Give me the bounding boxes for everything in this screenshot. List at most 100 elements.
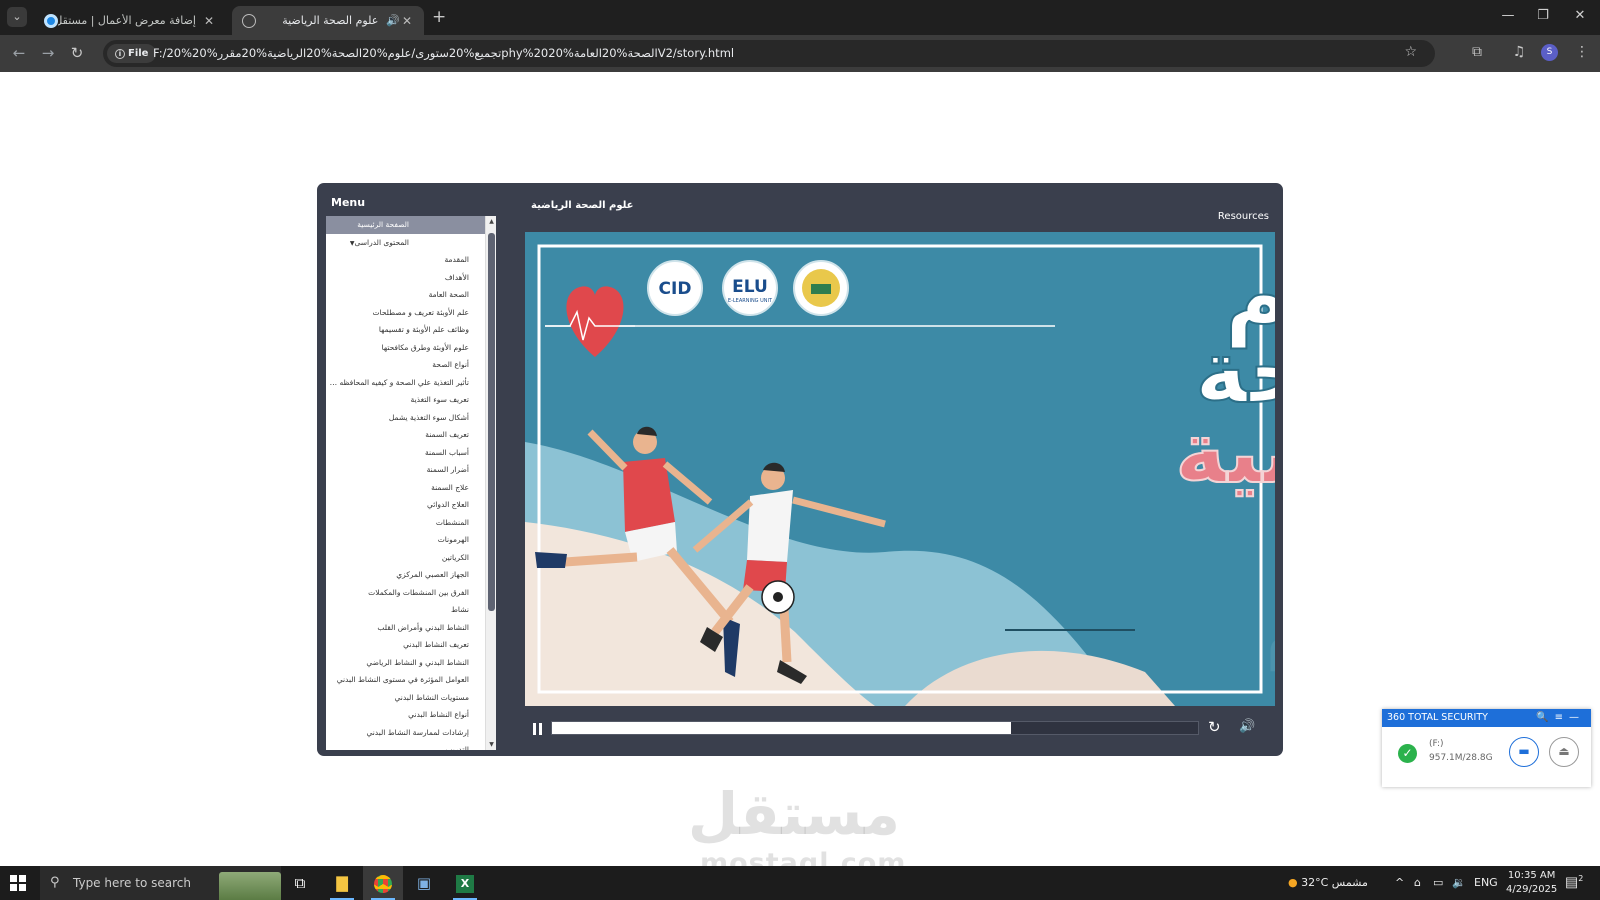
- close-window-icon[interactable]: ✕: [1565, 8, 1595, 23]
- drive-label: (F:): [1429, 739, 1444, 749]
- menu-item[interactable]: المنشطات: [326, 514, 489, 532]
- scrollbar-thumb[interactable]: [488, 233, 495, 611]
- menu-item[interactable]: الجهاز العصبي المركزي: [326, 566, 489, 584]
- menu-item[interactable]: الصحة العامة: [326, 286, 489, 304]
- slide-artwork: CID ELU E-LEARNING UNIT م ة ية: [525, 232, 1275, 706]
- tab-mostaql[interactable]: إضافة معرض الأعمال | مستقل ✕: [34, 6, 226, 35]
- search-highlight-image: [219, 872, 281, 900]
- profile-avatar[interactable]: S: [1541, 44, 1558, 61]
- pause-button[interactable]: [529, 720, 547, 738]
- tab-health-sciences[interactable]: علوم الصحة الرياضية 🔊 ✕: [232, 6, 424, 35]
- player-controls: ↻ 🔊: [525, 710, 1275, 750]
- menu-heading: Menu: [331, 196, 366, 209]
- volume-icon[interactable]: 🔊: [1239, 719, 1255, 734]
- menu-item[interactable]: النشاط البدني و النشاط الرياضي: [326, 654, 489, 672]
- clock-time: 10:35 AM: [1507, 870, 1556, 881]
- network-icon[interactable]: ▭: [1433, 876, 1443, 889]
- menu-item[interactable]: أشكال سوء التغذية يشمل: [326, 409, 489, 427]
- notifications-icon[interactable]: ▤2: [1565, 874, 1583, 891]
- close-tab-icon[interactable]: ✕: [202, 14, 216, 28]
- site-info-chip[interactable]: i File: [107, 44, 157, 63]
- back-arrow-icon[interactable]: ←: [9, 44, 29, 62]
- menu-item[interactable]: علوم الأوبئة وطرق مكافحتها: [326, 339, 489, 357]
- address-bar[interactable]: i File F:/20%تجميع%20ستورى/علوم%20الصحة%2…: [103, 40, 1435, 67]
- menu-scrollbar[interactable]: ▲ ▼: [485, 216, 496, 750]
- check-icon: ✓: [1398, 744, 1417, 763]
- task-view-icon[interactable]: ⧉: [280, 866, 320, 900]
- file-explorer-icon[interactable]: ▇: [322, 866, 362, 900]
- kebab-menu-icon[interactable]: ⋮: [1572, 44, 1592, 60]
- eject-icon: ⏏: [1558, 744, 1570, 758]
- close-tab-icon[interactable]: ✕: [400, 14, 414, 28]
- chrome-icon[interactable]: [363, 866, 403, 900]
- speaker-icon[interactable]: 🔊: [386, 14, 400, 27]
- camera-icon[interactable]: ⌂: [1414, 876, 1421, 889]
- menu-item[interactable]: المقدمة: [326, 251, 489, 269]
- bookmark-star-icon[interactable]: ☆: [1404, 44, 1417, 60]
- weather-condition: مشمس: [1331, 876, 1368, 889]
- resources-link[interactable]: Resources: [1218, 211, 1269, 222]
- open-folder-button[interactable]: ▬: [1509, 737, 1539, 767]
- notifications-count: 2: [1578, 874, 1584, 883]
- weather-widget[interactable]: ● 32°C مشمس: [1288, 876, 1368, 889]
- volume-icon[interactable]: 🔉: [1452, 876, 1466, 889]
- forward-arrow-icon[interactable]: →: [38, 44, 58, 62]
- menu-item[interactable]: أسباب السمنة: [326, 444, 489, 462]
- menu-icon[interactable]: ≡: [1555, 712, 1569, 723]
- remote-desktop-icon[interactable]: ▣: [404, 866, 444, 900]
- menu-item[interactable]: الهرمونات: [326, 531, 489, 549]
- menu-item[interactable]: إرشادات لممارسة النشاط البدني: [326, 724, 489, 742]
- search-icon: ⚲: [50, 875, 60, 890]
- url-text[interactable]: F:/20%تجميع%20ستورى/علوم%20الصحة%20الريا…: [153, 46, 734, 60]
- menu-item[interactable]: الصفحة الرئيسية: [326, 216, 489, 234]
- menu-item[interactable]: تعريف سوء التغذية: [326, 391, 489, 409]
- info-icon: i: [115, 49, 125, 59]
- replay-icon[interactable]: ↻: [1208, 718, 1221, 736]
- minimize-window-icon[interactable]: —: [1493, 8, 1523, 23]
- search-icon[interactable]: 🔍: [1536, 712, 1554, 723]
- eject-button[interactable]: ⏏: [1549, 737, 1579, 767]
- seek-bar[interactable]: [551, 721, 1199, 735]
- menu-item[interactable]: العلاج الدوائي: [326, 496, 489, 514]
- menu-item[interactable]: التدريب: [326, 741, 489, 750]
- extensions-icon[interactable]: ⧉: [1467, 44, 1487, 60]
- show-hidden-icons-icon[interactable]: ^: [1395, 876, 1404, 889]
- menu-item[interactable]: المحتوى الدراسى▼: [326, 234, 489, 252]
- browser-toolbar: ← → ↻ i File F:/20%تجميع%20ستورى/علوم%20ا…: [0, 35, 1600, 72]
- menu-item[interactable]: الفرق بين المنشطات والمكملات: [326, 584, 489, 602]
- taskbar-search[interactable]: ⚲ Type here to search: [40, 866, 281, 900]
- menu-item[interactable]: تأثير التغذية علي الصحة و كيفيه المحافظه…: [326, 374, 489, 392]
- menu-item[interactable]: تعريف السمنة: [326, 426, 489, 444]
- seek-bar-fill: [552, 722, 1011, 734]
- windows-start-icon[interactable]: [10, 875, 26, 891]
- minimize-icon[interactable]: —: [1569, 712, 1585, 723]
- menu-item[interactable]: النشاط البدني وأمراض القلب: [326, 619, 489, 637]
- media-controls-icon[interactable]: ♫: [1509, 44, 1529, 60]
- cid-logo: CID: [647, 260, 703, 316]
- menu-item[interactable]: العوامل المؤثرة في مستوى النشاط البدني: [326, 671, 489, 689]
- menu-item[interactable]: الأهداف: [326, 269, 489, 287]
- menu-item[interactable]: الكرياتين: [326, 549, 489, 567]
- menu-item[interactable]: علاج السمنة: [326, 479, 489, 497]
- menu-item[interactable]: مستويات النشاط البدني: [326, 689, 489, 707]
- scroll-down-arrow-icon[interactable]: ▼: [486, 741, 496, 748]
- menu-item[interactable]: علم الأوبئة تعريف و مصطلحات: [326, 304, 489, 322]
- system-clock[interactable]: 10:35 AM 4/29/2025: [1506, 869, 1557, 897]
- excel-icon[interactable]: X: [445, 866, 485, 900]
- elu-logo: ELU E-LEARNING UNIT: [722, 260, 778, 316]
- new-tab-icon[interactable]: +: [432, 7, 446, 27]
- menu-item[interactable]: أنواع النشاط البدني: [326, 706, 489, 724]
- menu-item[interactable]: أنواع الصحة: [326, 356, 489, 374]
- scroll-up-arrow-icon[interactable]: ▲: [486, 218, 496, 225]
- menu-item[interactable]: تعريف النشاط البدني: [326, 636, 489, 654]
- menu-item[interactable]: وظائف علم الأوبئة و تقسيمها: [326, 321, 489, 339]
- menu-item[interactable]: أضرار السمنة: [326, 461, 489, 479]
- reload-icon[interactable]: ↻: [67, 44, 87, 62]
- course-player: Menu الصفحة الرئيسية المحتوى الدراسى▼ المق…: [317, 183, 1283, 756]
- tab-search-dropdown-icon[interactable]: ⌄: [7, 7, 27, 27]
- sun-icon: ●: [1288, 876, 1298, 889]
- browser-tab-strip: ⌄ إضافة معرض الأعمال | مستقل ✕ علوم الصح…: [0, 0, 1600, 35]
- language-indicator[interactable]: ENG: [1474, 876, 1498, 889]
- restore-window-icon[interactable]: ❐: [1528, 8, 1558, 23]
- menu-item[interactable]: نشاط: [326, 601, 489, 619]
